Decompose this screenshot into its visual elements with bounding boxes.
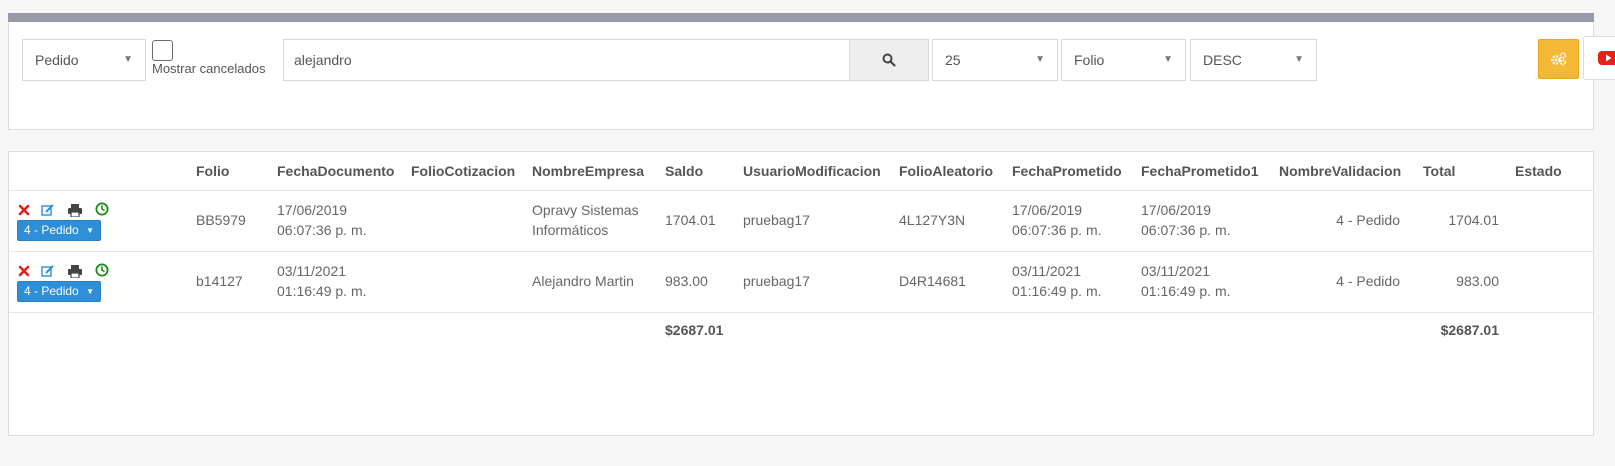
cell-folio-aleatorio: D4R14681 [899, 273, 966, 289]
column-header-usuario-modificacion[interactable]: UsuarioModificacion [743, 163, 881, 179]
cell-date: 03/11/2021 [1141, 263, 1211, 279]
cell-fecha-prometido1: 17/06/2019 06:07:36 p. m. [1141, 200, 1231, 240]
edit-icon[interactable] [41, 264, 55, 278]
cell-nombre-empresa: Opravy Sistemas Informáticos [532, 200, 639, 240]
delete-icon[interactable] [17, 203, 31, 217]
cell-time: 06:07:36 p. m. [1141, 222, 1231, 238]
column-header-fecha-documento[interactable]: FechaDocumento [277, 163, 394, 179]
search-icon [882, 53, 896, 67]
cell-fecha-prometido: 03/11/2021 01:16:49 p. m. [1012, 261, 1102, 301]
header-divider [9, 190, 1593, 191]
row-divider [9, 251, 1593, 252]
column-header-total[interactable]: Total [1423, 163, 1455, 179]
chevron-down-icon: ▼ [1035, 54, 1045, 65]
chevron-down-icon: ▼ [1163, 54, 1173, 65]
cell-line: Opravy Sistemas [532, 202, 639, 218]
cell-fecha-prometido: 17/06/2019 06:07:36 p. m. [1012, 200, 1102, 240]
cell-time: 01:16:49 p. m. [1012, 283, 1102, 299]
cell-folio: b14127 [196, 273, 243, 289]
cell-fecha-documento: 03/11/2021 01:16:49 p. m. [277, 261, 367, 301]
status-dropdown[interactable]: 4 - Pedido ▼ [17, 281, 101, 302]
column-header-saldo[interactable]: Saldo [665, 163, 703, 179]
row-divider [9, 312, 1593, 313]
cell-date: 17/06/2019 [277, 202, 348, 218]
cell-nombre-empresa: Alejandro Martin [532, 271, 634, 291]
cell-time: 06:07:36 p. m. [277, 222, 367, 238]
show-cancelled-checkbox[interactable] [152, 40, 173, 61]
cell-nombre-validacion: 4 - Pedido [1336, 212, 1400, 228]
cell-folio: BB5979 [196, 212, 246, 228]
document-type-select[interactable]: Pedido ▼ [22, 39, 146, 81]
cell-date: 03/11/2021 [277, 263, 347, 279]
cell-date: 03/11/2021 [1012, 263, 1082, 279]
edit-icon[interactable] [41, 203, 55, 217]
youtube-play-icon [1598, 51, 1615, 65]
cell-total: 983.00 [1456, 273, 1499, 289]
cell-nombre-validacion: 4 - Pedido [1336, 273, 1400, 289]
total-saldo: $2687.01 [665, 322, 724, 338]
status-dropdown[interactable]: 4 - Pedido ▼ [17, 220, 101, 241]
search-button[interactable] [849, 39, 929, 81]
column-header-folio[interactable]: Folio [196, 163, 229, 179]
show-cancelled-label: Mostrar cancelados [152, 61, 266, 76]
cell-time: 01:16:49 p. m. [277, 283, 367, 299]
video-tutorial-button[interactable] [1583, 36, 1615, 80]
cell-line: Informáticos [532, 222, 609, 238]
cell-usuario-modificacion: pruebag17 [743, 273, 810, 289]
print-icon[interactable] [68, 264, 82, 278]
print-icon[interactable] [68, 203, 82, 217]
cell-saldo: 1704.01 [665, 212, 716, 228]
cell-fecha-prometido1: 03/11/2021 01:16:49 p. m. [1141, 261, 1231, 301]
page-size-value: 25 [945, 52, 961, 68]
caret-down-icon: ▼ [86, 287, 94, 296]
cell-line: Alejandro Martin [532, 273, 634, 289]
sort-field-value: Folio [1074, 52, 1105, 68]
sort-field-select[interactable]: Folio ▼ [1061, 39, 1186, 81]
cell-time: 01:16:49 p. m. [1141, 283, 1231, 299]
sort-direction-select[interactable]: DESC ▼ [1190, 39, 1317, 81]
cell-time: 06:07:36 p. m. [1012, 222, 1102, 238]
top-bar [8, 13, 1594, 22]
column-header-nombre-validacion[interactable]: NombreValidacion [1279, 163, 1401, 179]
column-header-nombre-empresa[interactable]: NombreEmpresa [532, 163, 644, 179]
chevron-down-icon: ▼ [123, 54, 133, 65]
cell-date: 17/06/2019 [1012, 202, 1083, 218]
column-header-fecha-prometido1[interactable]: FechaPrometido1 [1141, 163, 1258, 179]
cell-usuario-modificacion: pruebag17 [743, 212, 810, 228]
cell-total: 1704.01 [1448, 212, 1499, 228]
cell-saldo: 983.00 [665, 273, 708, 289]
caret-down-icon: ▼ [86, 226, 94, 235]
page-size-select[interactable]: 25 ▼ [932, 39, 1058, 81]
column-header-folio-aleatorio[interactable]: FolioAleatorio [899, 163, 993, 179]
status-dropdown-label: 4 - Pedido [24, 284, 79, 298]
total-total: $2687.01 [1440, 322, 1499, 338]
column-header-folio-cotizacion[interactable]: FolioCotizacion [411, 163, 515, 179]
history-clock-icon[interactable] [95, 263, 109, 277]
sort-direction-value: DESC [1203, 52, 1242, 68]
column-header-estado[interactable]: Estado [1515, 163, 1562, 179]
cell-fecha-documento: 17/06/2019 06:07:36 p. m. [277, 200, 367, 240]
cell-date: 17/06/2019 [1141, 202, 1212, 218]
history-clock-icon[interactable] [95, 202, 109, 216]
column-header-fecha-prometido[interactable]: FechaPrometido [1012, 163, 1122, 179]
status-dropdown-label: 4 - Pedido [24, 223, 79, 237]
orders-table: Folio FechaDocumento FolioCotizacion Nom… [8, 151, 1594, 436]
gears-icon [1550, 52, 1566, 66]
settings-button[interactable] [1538, 39, 1579, 79]
chevron-down-icon: ▼ [1294, 54, 1304, 65]
search-input-value: alejandro [294, 52, 352, 68]
document-type-value: Pedido [35, 52, 79, 68]
cell-folio-aleatorio: 4L127Y3N [899, 212, 966, 228]
delete-icon[interactable] [17, 264, 31, 278]
search-input[interactable]: alejandro [283, 39, 850, 81]
